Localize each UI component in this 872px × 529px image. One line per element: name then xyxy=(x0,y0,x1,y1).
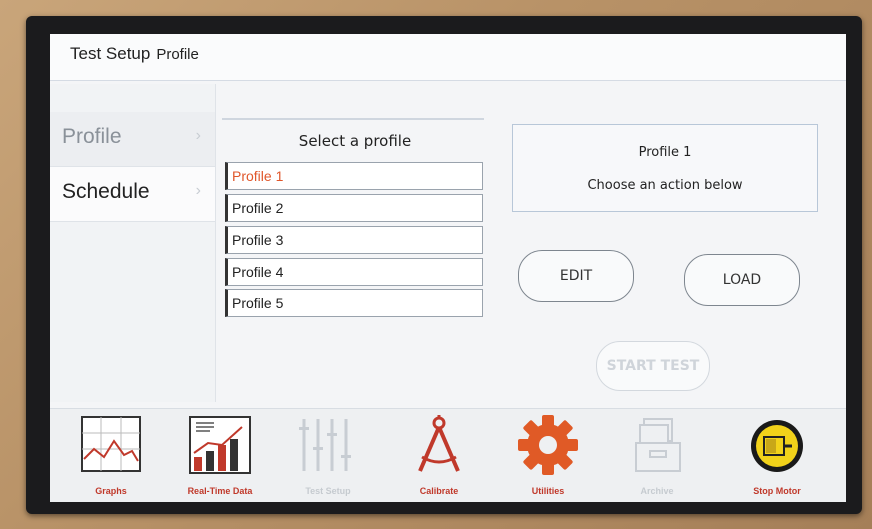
tool-label: Archive xyxy=(640,486,674,496)
touch-screen: Test Setup Profile Profile › Schedule › S… xyxy=(50,34,846,502)
sidebar-item-label: Profile xyxy=(62,125,122,148)
profile-list-title: Select a profile xyxy=(298,132,412,150)
profile-list-item[interactable]: Profile 3 xyxy=(225,226,483,254)
archive-tool[interactable]: Archive xyxy=(622,409,692,502)
test-setup-tool[interactable]: Test Setup xyxy=(290,409,366,502)
tool-label: Utilities xyxy=(531,486,565,496)
chevron-right-icon: › xyxy=(195,127,201,144)
profile-list-item[interactable]: Profile 5 xyxy=(225,289,483,317)
profile-list-item[interactable]: Profile 2 xyxy=(225,194,483,222)
start-test-button[interactable]: START TEST xyxy=(596,341,710,391)
sidebar-item-label: Schedule xyxy=(62,180,150,203)
utilities-tool[interactable]: Utilities xyxy=(508,409,588,502)
tool-label: Calibrate xyxy=(419,486,459,496)
tool-label: Stop Motor xyxy=(753,486,801,496)
profile-list-item[interactable]: Profile 1 xyxy=(225,162,483,190)
title-bar: Test Setup Profile xyxy=(50,34,846,81)
tool-label: Real-Time Data xyxy=(187,486,253,496)
motor-icon xyxy=(751,420,803,472)
sliders-icon xyxy=(299,419,351,471)
bottom-toolbar: Graphs Real-Time Data Test Setup Calibra… xyxy=(50,408,846,502)
bar-chart-icon xyxy=(189,416,251,474)
stop-motor-tool[interactable]: Stop Motor xyxy=(722,409,832,502)
action-hint: Choose an action below xyxy=(587,178,743,193)
page-title: Test Setup xyxy=(70,44,151,63)
real-time-data-tool[interactable]: Real-Time Data xyxy=(178,409,262,502)
list-divider xyxy=(222,118,484,120)
sidebar: Profile › Schedule › xyxy=(50,84,216,402)
calibrate-tool[interactable]: Calibrate xyxy=(406,409,472,502)
load-button[interactable]: LOAD xyxy=(684,254,800,306)
page-subtitle: Profile xyxy=(156,46,199,63)
profile-list-item[interactable]: Profile 4 xyxy=(225,258,483,286)
tool-label: Test Setup xyxy=(305,486,351,496)
tool-label: Graphs xyxy=(95,486,127,496)
gear-icon xyxy=(518,415,578,475)
sidebar-item-profile[interactable]: Profile › xyxy=(50,112,215,167)
edit-button[interactable]: EDIT xyxy=(518,250,634,302)
graphs-tool[interactable]: Graphs xyxy=(76,409,146,502)
selected-profile-name: Profile 1 xyxy=(638,145,692,160)
graph-icon xyxy=(81,416,141,472)
sidebar-item-schedule[interactable]: Schedule › xyxy=(50,167,215,222)
chevron-right-icon: › xyxy=(195,182,201,199)
compass-icon xyxy=(418,415,460,472)
breadcrumb: Test Setup Profile xyxy=(70,44,199,64)
archive-icon xyxy=(635,418,681,472)
profile-info-panel: Profile 1 Choose an action below xyxy=(512,124,818,212)
